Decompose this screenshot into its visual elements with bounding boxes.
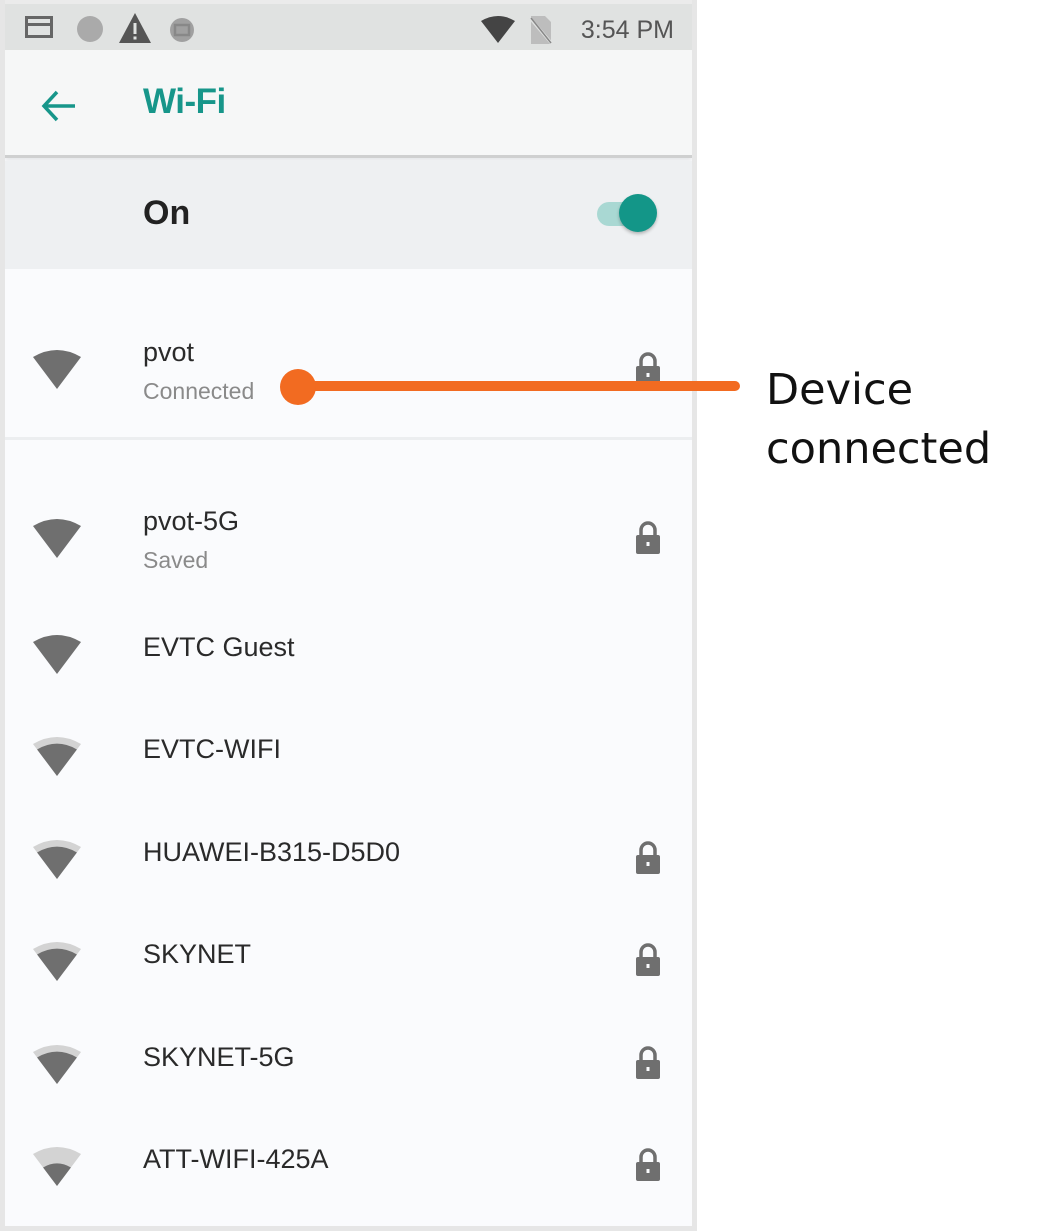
app-notification-icon [170,18,194,42]
network-status: Connected [143,378,255,404]
wifi-signal-icon [33,737,81,776]
wifi-signal-icon [33,519,81,558]
callout-line-2: connected [766,424,992,474]
lock-icon [636,943,660,976]
connected-network-item[interactable]: pvot Connected [5,319,692,437]
callout-line-1: Device [766,365,914,415]
lock-icon [636,521,660,554]
wifi-signal-icon [481,16,515,43]
back-arrow-icon[interactable] [39,86,79,126]
network-item[interactable]: pvot-5G Saved [5,492,692,592]
app-bar: Wi-Fi [5,50,692,158]
toggle-thumb[interactable] [619,194,657,232]
status-time: 3:54 PM [580,16,674,44]
network-ssid: pvot [143,337,195,367]
wifi-signal-icon [33,1147,81,1186]
network-ssid: EVTC Guest [143,632,295,662]
network-ssid: SKYNET-5G [143,1042,295,1072]
wifi-master-switch-row[interactable]: On [5,161,692,269]
wifi-signal-icon [33,1045,81,1084]
callout-line [300,381,740,391]
wifi-switch-label: On [143,194,191,232]
callout-dot [280,369,316,405]
wifi-signal-icon [33,840,81,879]
wifi-signal-icon [33,350,81,389]
circle-notification-icon [77,16,103,42]
no-sim-icon [528,16,554,46]
lock-icon [636,1046,660,1079]
lock-icon [636,841,660,874]
network-item[interactable]: SKYNET-5G [5,1020,692,1120]
wifi-signal-icon [33,635,81,674]
lock-icon [636,1148,660,1181]
network-ssid: EVTC-WIFI [143,734,281,764]
warning-icon [119,13,151,43]
wifi-signal-icon [33,942,81,981]
network-ssid: pvot-5G [143,506,240,536]
callout-label: Device connected [766,361,1036,479]
network-item[interactable]: HUAWEI-B315-D5D0 [5,815,692,915]
storage-card-icon [25,16,53,38]
list-divider [5,437,692,440]
wifi-toggle[interactable] [593,192,659,236]
network-status: Saved [143,547,209,573]
network-item[interactable]: EVTC Guest [5,610,692,710]
page-title: Wi-Fi [143,82,226,121]
network-item[interactable]: EVTC-WIFI [5,712,692,812]
network-ssid: SKYNET [143,939,252,969]
network-ssid: ATT-WIFI-425A [143,1144,329,1174]
network-item[interactable]: ATT-WIFI-425A [5,1122,692,1222]
status-bar: 3:54 PM [5,0,692,50]
network-ssid: HUAWEI-B315-D5D0 [143,837,401,867]
network-item[interactable]: SKYNET [5,917,692,1017]
phone-screen: 3:54 PM Wi-Fi On pvot Connected pvot-5G S… [0,0,697,1231]
